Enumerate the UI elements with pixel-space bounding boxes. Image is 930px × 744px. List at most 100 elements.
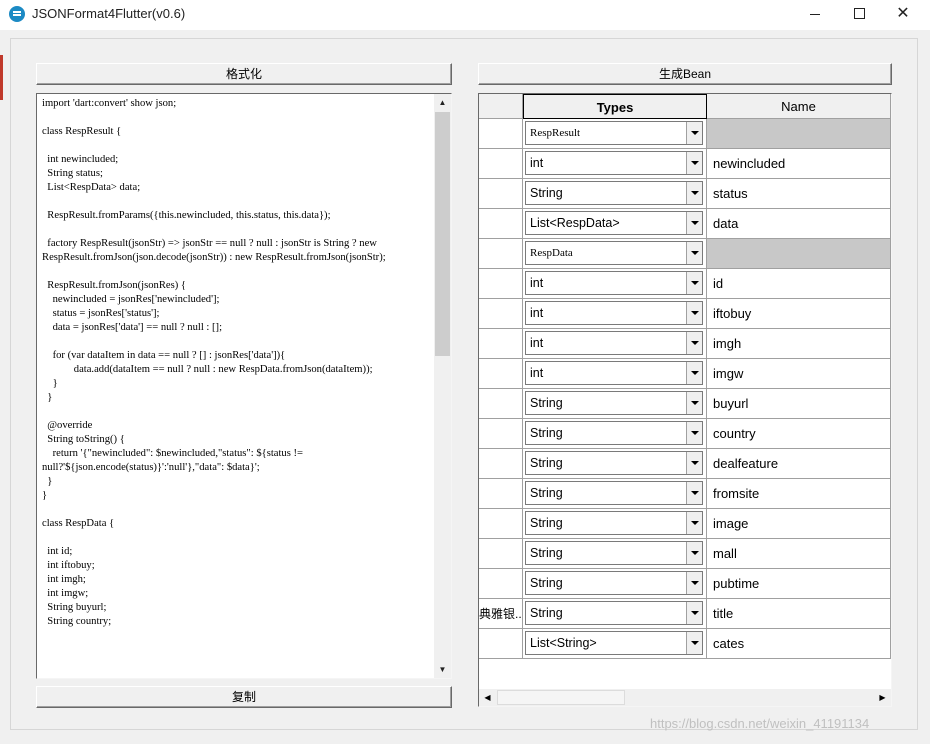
generate-bean-button[interactable]: 生成Bean (478, 63, 892, 85)
row-header[interactable] (479, 509, 523, 539)
chevron-down-icon[interactable] (686, 482, 702, 504)
close-button[interactable]: ✕ (880, 0, 926, 30)
name-cell[interactable]: image (707, 509, 891, 539)
chevron-down-icon[interactable] (686, 152, 702, 174)
scrollbar-thumb[interactable] (435, 112, 450, 356)
type-select[interactable]: List<RespData> (525, 211, 703, 235)
row-header[interactable] (479, 539, 523, 569)
row-header[interactable] (479, 359, 523, 389)
name-cell[interactable]: iftobuy (707, 299, 891, 329)
name-cell[interactable]: fromsite (707, 479, 891, 509)
name-cell[interactable]: newincluded (707, 149, 891, 179)
type-select[interactable]: int (525, 331, 703, 355)
maximize-button[interactable] (836, 0, 882, 30)
type-select[interactable]: String (525, 541, 703, 565)
type-value: String (530, 426, 563, 440)
row-header[interactable] (479, 479, 523, 509)
type-select[interactable]: String (525, 511, 703, 535)
vertical-scrollbar[interactable]: ▲ ▼ (434, 94, 451, 678)
field-name: id (713, 276, 724, 291)
row-header[interactable] (479, 329, 523, 359)
row-header[interactable] (479, 149, 523, 179)
type-select[interactable]: String (525, 421, 703, 445)
row-header[interactable] (479, 419, 523, 449)
row-header[interactable] (479, 389, 523, 419)
type-cell: String (523, 179, 707, 209)
type-select[interactable]: int (525, 271, 703, 295)
chevron-down-icon[interactable] (686, 572, 702, 594)
scroll-left-icon[interactable]: ◀ (479, 689, 496, 706)
window-title: JSONFormat4Flutter(v0.6) (32, 6, 186, 21)
row-header[interactable] (479, 119, 523, 149)
scroll-down-icon[interactable]: ▼ (434, 661, 451, 678)
name-cell[interactable] (707, 239, 891, 269)
name-cell[interactable]: title (707, 599, 891, 629)
grid-row: String buyurl (479, 389, 891, 419)
name-cell[interactable]: pubtime (707, 569, 891, 599)
name-cell[interactable]: cates (707, 629, 891, 659)
name-cell[interactable]: mall (707, 539, 891, 569)
field-name: image (713, 516, 749, 531)
row-header[interactable] (479, 179, 523, 209)
field-name: fromsite (713, 486, 760, 501)
chevron-down-icon[interactable] (686, 212, 702, 234)
type-select[interactable]: List<String> (525, 631, 703, 655)
scroll-right-icon[interactable]: ▶ (874, 689, 891, 706)
name-cell[interactable]: buyurl (707, 389, 891, 419)
chevron-down-icon[interactable] (686, 422, 702, 444)
chevron-down-icon[interactable] (686, 182, 702, 204)
chevron-down-icon[interactable] (686, 542, 702, 564)
chevron-down-icon[interactable] (686, 242, 702, 264)
horizontal-scrollbar-thumb[interactable] (497, 690, 625, 705)
name-cell[interactable]: dealfeature (707, 449, 891, 479)
name-cell[interactable]: status (707, 179, 891, 209)
row-header[interactable] (479, 269, 523, 299)
chevron-down-icon[interactable] (686, 452, 702, 474)
name-cell[interactable]: id (707, 269, 891, 299)
type-select[interactable]: int (525, 151, 703, 175)
chevron-down-icon[interactable] (686, 392, 702, 414)
format-button[interactable]: 格式化 (36, 63, 452, 85)
type-select[interactable]: String (525, 601, 703, 625)
type-select[interactable]: RespResult (525, 121, 703, 145)
type-select[interactable]: String (525, 391, 703, 415)
name-cell[interactable]: imgh (707, 329, 891, 359)
chevron-down-icon[interactable] (686, 302, 702, 324)
grid-row: int iftobuy (479, 299, 891, 329)
grid-row: String dealfeature (479, 449, 891, 479)
chevron-down-icon[interactable] (686, 362, 702, 384)
name-cell[interactable]: country (707, 419, 891, 449)
row-header[interactable] (479, 299, 523, 329)
row-header[interactable] (479, 629, 523, 659)
code-text[interactable]: import 'dart:convert' show json; class R… (42, 97, 432, 629)
row-header[interactable] (479, 449, 523, 479)
chevron-down-icon[interactable] (686, 602, 702, 624)
minimize-button[interactable] (792, 0, 838, 30)
chevron-down-icon[interactable] (686, 512, 702, 534)
type-select[interactable]: String (525, 451, 703, 475)
type-select[interactable]: String (525, 481, 703, 505)
type-cell: int (523, 149, 707, 179)
type-select[interactable]: int (525, 301, 703, 325)
type-select[interactable]: RespData (525, 241, 703, 265)
scroll-up-icon[interactable]: ▲ (434, 94, 451, 111)
chevron-down-icon[interactable] (686, 332, 702, 354)
row-header[interactable] (479, 569, 523, 599)
chevron-down-icon[interactable] (686, 632, 702, 654)
type-select[interactable]: String (525, 571, 703, 595)
row-header[interactable] (479, 209, 523, 239)
name-cell[interactable]: imgw (707, 359, 891, 389)
horizontal-scrollbar[interactable]: ◀ ▶ (479, 689, 891, 706)
row-header[interactable] (479, 239, 523, 269)
copy-button[interactable]: 复制 (36, 686, 452, 708)
name-cell[interactable] (707, 119, 891, 149)
type-select[interactable]: int (525, 361, 703, 385)
chevron-down-icon[interactable] (686, 122, 702, 144)
type-select[interactable]: String (525, 181, 703, 205)
chevron-down-icon[interactable] (686, 272, 702, 294)
row-header[interactable]: 典雅银... (479, 599, 523, 629)
column-header-name[interactable]: Name (707, 94, 891, 119)
column-header-types[interactable]: Types (523, 94, 707, 119)
json-code-editor[interactable]: import 'dart:convert' show json; class R… (36, 93, 452, 679)
name-cell[interactable]: data (707, 209, 891, 239)
